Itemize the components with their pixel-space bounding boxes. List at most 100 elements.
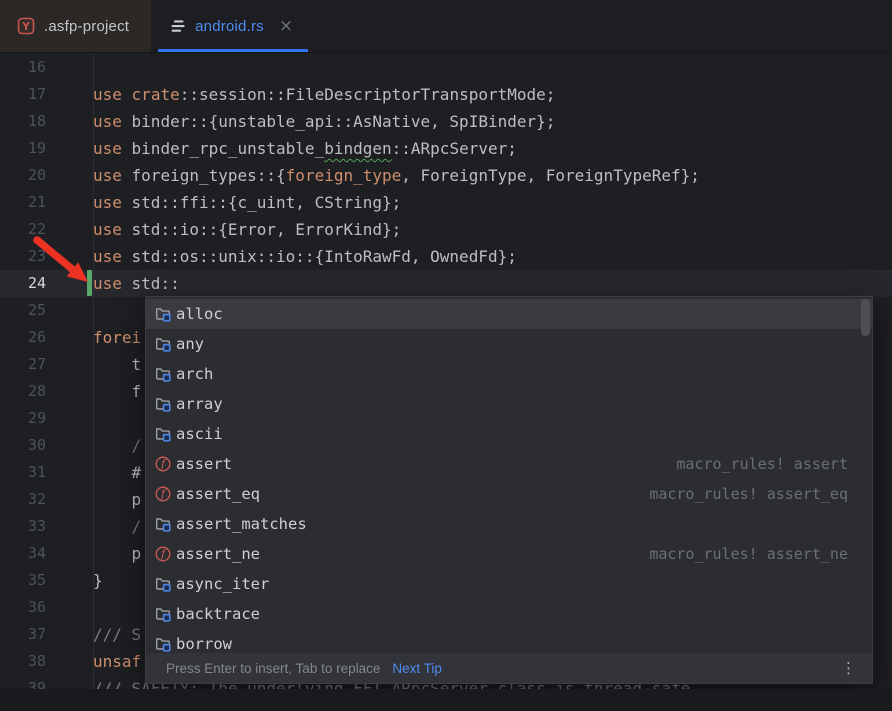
completion-detail: macro_rules! assert [676, 455, 862, 473]
completion-item-assert_matches[interactable]: assert_matches [146, 509, 872, 539]
code-line-16[interactable]: 16 [0, 54, 892, 81]
completion-item-borrow[interactable]: borrow [146, 629, 872, 653]
macro-icon: f [154, 545, 172, 563]
gutter [46, 297, 93, 324]
line-number[interactable]: 31 [0, 459, 46, 486]
line-number[interactable]: 20 [0, 162, 46, 189]
code-text: / [93, 513, 141, 540]
gutter [46, 567, 93, 594]
module-icon [154, 365, 172, 383]
completion-item-alloc[interactable]: alloc [146, 299, 872, 329]
code-line-21[interactable]: 21use std::ffi::{c_uint, CString}; [0, 189, 892, 216]
line-number[interactable]: 18 [0, 108, 46, 135]
gutter [46, 486, 93, 513]
gutter-separator [93, 53, 94, 711]
line-number[interactable]: 30 [0, 432, 46, 459]
macro-icon: f [154, 485, 172, 503]
kebab-menu-icon[interactable]: ⋮ [837, 659, 860, 677]
completion-label: assert_ne [176, 545, 260, 563]
tab-label: android.rs [195, 18, 264, 35]
line-number[interactable]: 35 [0, 567, 46, 594]
code-text: use std::os::unix::io::{IntoRawFd, Owned… [93, 243, 517, 270]
svg-text:f: f [160, 548, 167, 561]
code-line-20[interactable]: 20use foreign_types::{foreign_type, Fore… [0, 162, 892, 189]
completion-list: allocanyarcharrayasciifassertmacro_rules… [146, 297, 872, 653]
completion-label: array [176, 395, 223, 413]
completion-item-array[interactable]: array [146, 389, 872, 419]
code-line-17[interactable]: 17use crate::session::FileDescriptorTran… [0, 81, 892, 108]
vcs-change-bar[interactable] [87, 270, 92, 296]
line-number[interactable]: 28 [0, 378, 46, 405]
gutter [46, 81, 93, 108]
gutter [46, 324, 93, 351]
completion-label: assert [176, 455, 232, 473]
line-number[interactable]: 32 [0, 486, 46, 513]
rust-file-icon [168, 17, 186, 35]
completion-label: arch [176, 365, 213, 383]
line-number[interactable]: 25 [0, 297, 46, 324]
completion-item-arch[interactable]: arch [146, 359, 872, 389]
completion-item-assert_ne[interactable]: f assert_ne macro_rules! assert_ne [146, 539, 872, 569]
code-line-19[interactable]: 19 use binder_rpc_unstable_bindgen::ARpcS… [0, 135, 892, 162]
close-icon[interactable]: × [279, 18, 293, 35]
line-number[interactable]: 36 [0, 594, 46, 621]
completion-detail: macro_rules! assert_ne [649, 545, 862, 563]
completion-item-ascii[interactable]: ascii [146, 419, 872, 449]
tab-android-rs[interactable]: android.rs × [151, 0, 315, 52]
gutter [46, 135, 93, 162]
line-number[interactable]: 19 [0, 135, 46, 162]
gutter [46, 540, 93, 567]
completion-item-async_iter[interactable]: async_iter [146, 569, 872, 599]
svg-text:f: f [160, 458, 167, 471]
gutter [46, 351, 93, 378]
code-text: forei [93, 324, 141, 351]
code-line-18[interactable]: 18 use binder::{unstable_api::AsNative, S… [0, 108, 892, 135]
code-text: # [93, 459, 141, 486]
code-text: p [93, 486, 141, 513]
tab-asfp-project[interactable]: Y .asfp-project [0, 0, 151, 52]
popup-scrollbar-thumb[interactable] [861, 299, 870, 336]
line-number[interactable]: 29 [0, 405, 46, 432]
line-number[interactable]: 22 [0, 216, 46, 243]
line-number[interactable]: 27 [0, 351, 46, 378]
gutter [46, 243, 93, 270]
completion-label: async_iter [176, 575, 269, 593]
editor-tab-bar: Y .asfp-project android.rs × [0, 0, 892, 53]
tab-label: .asfp-project [44, 18, 129, 35]
macro-icon: f [154, 455, 172, 473]
module-icon [154, 605, 172, 623]
window-bottom-strip [0, 689, 892, 711]
code-line-23[interactable]: 23 use std::os::unix::io::{IntoRawFd, Own… [0, 243, 892, 270]
module-icon [154, 515, 172, 533]
gutter [46, 594, 93, 621]
completion-label: ascii [176, 425, 223, 443]
line-number[interactable]: 23 [0, 243, 46, 270]
line-number[interactable]: 17 [0, 81, 46, 108]
line-number[interactable]: 26 [0, 324, 46, 351]
completion-popup: allocanyarcharrayasciifassertmacro_rules… [145, 296, 873, 684]
completion-item-assert_eq[interactable]: fassert_eqmacro_rules! assert_eq [146, 479, 872, 509]
completion-item-backtrace[interactable]: backtrace [146, 599, 872, 629]
code-line-22[interactable]: 22use std::io::{Error, ErrorKind}; [0, 216, 892, 243]
completion-label: assert_matches [176, 515, 307, 533]
gutter [46, 459, 93, 486]
line-number[interactable]: 16 [0, 54, 46, 81]
code-text: use binder_rpc_unstable_bindgen::ARpcSer… [93, 135, 517, 162]
completion-item-any[interactable]: any [146, 329, 872, 359]
y-file-icon: Y [17, 17, 35, 35]
next-tip-link[interactable]: Next Tip [392, 661, 442, 676]
line-number[interactable]: 38 [0, 648, 46, 675]
completion-label: borrow [176, 635, 232, 653]
line-number[interactable]: 37 [0, 621, 46, 648]
code-text: / [93, 432, 141, 459]
line-number[interactable]: 34 [0, 540, 46, 567]
code-line-24[interactable]: 24use std:: [0, 270, 892, 297]
code-text: use binder::{unstable_api::AsNative, SpI… [93, 108, 555, 135]
line-number[interactable]: 21 [0, 189, 46, 216]
completion-item-assert[interactable]: fassert macro_rules! assert [146, 449, 872, 479]
line-number[interactable]: 24 [0, 270, 46, 297]
svg-text:f: f [160, 488, 167, 501]
footer-hint: Press Enter to insert, Tab to replace [166, 661, 380, 676]
completion-label: alloc [176, 305, 223, 323]
line-number[interactable]: 33 [0, 513, 46, 540]
